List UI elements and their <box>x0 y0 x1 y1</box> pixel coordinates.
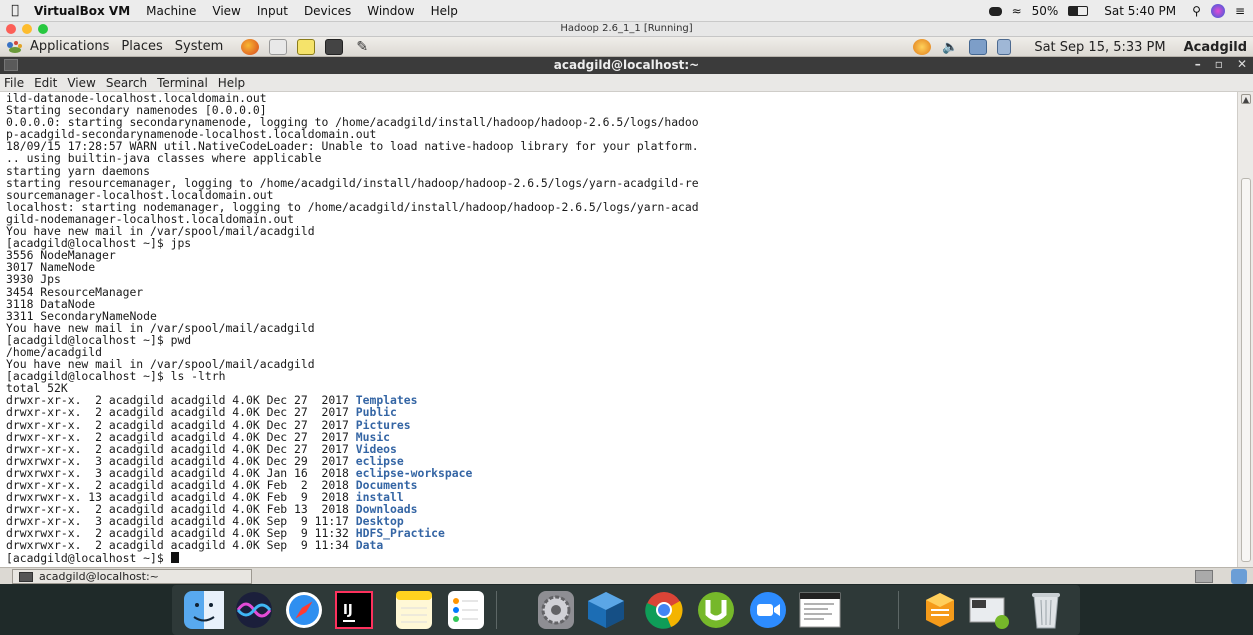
terminal-menu-terminal[interactable]: Terminal <box>152 76 213 90</box>
screen-preview-icon[interactable] <box>968 590 1012 630</box>
menu-help[interactable]: Help <box>423 4 466 18</box>
terminal-line: 3017 NameNode <box>6 260 96 275</box>
virtualbox-icon[interactable] <box>584 590 628 630</box>
gnome-menu-places[interactable]: Places <box>115 39 168 54</box>
vbox-window-title: Hadoop 2.6_1_1 [Running] <box>560 23 693 34</box>
mac-clock[interactable]: Sat 5:40 PM <box>1104 4 1176 18</box>
terminal-line: starting resourcemanager, logging to /ho… <box>6 175 699 190</box>
vbox-window-titlebar: Hadoop 2.6_1_1 [Running] <box>0 22 1253 37</box>
battery-percent[interactable]: 50% <box>1032 4 1059 18</box>
shell-prompt: [acadgild@localhost ~]$ <box>6 550 171 565</box>
mail-launcher-icon[interactable] <box>269 38 288 55</box>
terminal-launcher-icon[interactable] <box>325 38 344 55</box>
battery-applet-icon[interactable] <box>997 39 1012 55</box>
terminal-window-controls: – ▫ ✕ <box>1195 57 1247 71</box>
menu-devices[interactable]: Devices <box>296 4 359 18</box>
scroll-up-arrow-icon[interactable]: ▲ <box>1241 94 1251 104</box>
prompt-line[interactable]: [acadgild@localhost ~]$ <box>6 552 1237 564</box>
gnome-bottom-panel: acadgild@localhost:~ <box>0 567 1253 584</box>
terminal-menu-help[interactable]: Help <box>213 76 250 90</box>
gnome-panel-right: 🔈 Sat Sep 15, 5:33 PM Acadgild <box>908 37 1253 57</box>
terminal-scrollbar[interactable]: ▲ <box>1237 92 1253 567</box>
screenshot-launcher-icon[interactable]: ✎ <box>353 39 371 55</box>
menu-window[interactable]: Window <box>359 4 422 18</box>
terminal-line: [acadgild@localhost ~]$ pwd <box>6 332 192 347</box>
listing-row: drwxrwxr-x. 2 acadgild acadgild 4.0K Sep… <box>6 539 1237 551</box>
notification-center-icon[interactable]: ≡ <box>1235 4 1245 18</box>
terminal-menubar: File Edit View Search Terminal Help <box>0 74 1253 92</box>
zoom-icon[interactable] <box>746 590 790 630</box>
close-icon[interactable]: ✕ <box>1237 57 1247 71</box>
gnome-menu-system[interactable]: System <box>169 39 229 54</box>
terminal-line: [acadgild@localhost ~]$ jps <box>6 236 192 251</box>
gnome-trash-icon[interactable] <box>1231 569 1247 584</box>
terminal-menu-file[interactable]: File <box>0 76 29 90</box>
mac-status-area: ≈ 50% Sat 5:40 PM ⚲ ≡ <box>988 0 1245 22</box>
minimize-icon[interactable]: – <box>1195 57 1201 71</box>
menu-virtualbox-vm[interactable]: VirtualBox VM <box>26 4 138 18</box>
intellij-icon[interactable]: IJ <box>332 590 376 630</box>
screen-sharing-icon[interactable] <box>988 6 1002 16</box>
trash-icon[interactable] <box>1024 590 1068 630</box>
terminal-line: 3556 NodeManager <box>6 248 116 263</box>
menu-input[interactable]: Input <box>249 4 296 18</box>
system-preferences-icon[interactable] <box>534 590 578 630</box>
menu-machine[interactable]: Machine <box>138 4 204 18</box>
gnome-clock[interactable]: Sat Sep 15, 5:33 PM <box>1034 40 1165 55</box>
intellij-icon-label: IJ <box>343 603 353 618</box>
siri-menubar-icon[interactable] <box>1210 4 1225 18</box>
chrome-icon[interactable] <box>642 590 686 630</box>
applications-foot-icon[interactable] <box>6 40 24 54</box>
terminal-preview-icon[interactable] <box>798 590 842 630</box>
terminal-menu-search[interactable]: Search <box>101 76 152 90</box>
terminal-line: .. using builtin-java classes where appl… <box>6 151 322 166</box>
battery-icon[interactable] <box>1068 6 1089 16</box>
terminal-line: 3930 Jps <box>6 272 61 287</box>
terminal-line: 3311 SecondaryNameNode <box>6 308 157 323</box>
gnome-top-panel: Applications Places System ✎ 🔈 Sat Sep 1… <box>0 37 1253 57</box>
terminal-line: 3118 DataNode <box>6 296 96 311</box>
maximize-icon[interactable]: ▫ <box>1215 57 1223 71</box>
text-cursor <box>170 551 179 563</box>
terminal-output[interactable]: ild-datanode-localhost.localdomain.out S… <box>0 92 1237 567</box>
finder-icon[interactable] <box>182 590 226 630</box>
terminal-line: 3454 ResourceManager <box>6 284 144 299</box>
siri-icon[interactable] <box>232 590 276 630</box>
terminal-titlebar: acadgild@localhost:~ – ▫ ✕ <box>0 57 1253 74</box>
dock-separator <box>496 591 497 629</box>
safari-icon[interactable] <box>282 590 326 630</box>
mac-dock: IJ <box>172 585 1080 635</box>
notes-icon[interactable] <box>392 590 436 630</box>
terminal-line: starting yarn daemons <box>6 163 151 178</box>
spotlight-search-icon[interactable]: ⚲ <box>1192 4 1201 18</box>
firefox-launcher-icon[interactable] <box>241 38 260 55</box>
dock-separator <box>898 591 899 629</box>
terminal-line: [acadgild@localhost ~]$ ls -ltrh <box>6 369 226 384</box>
listing-dir-name: Data <box>355 538 384 553</box>
terminal-title: acadgild@localhost:~ <box>553 58 700 72</box>
text-editor-launcher-icon[interactable] <box>297 38 316 55</box>
volume-icon[interactable]: 🔈 <box>942 40 958 55</box>
taskbar-terminal-button[interactable]: acadgild@localhost:~ <box>12 569 252 584</box>
wifi-icon[interactable]: ≈ <box>1012 4 1022 18</box>
terminal-menu-view[interactable]: View <box>62 76 100 90</box>
sublime-icon[interactable] <box>918 590 962 630</box>
terminal-menu-edit[interactable]: Edit <box>29 76 62 90</box>
terminal-task-icon <box>19 572 33 582</box>
network-icon[interactable] <box>969 39 988 55</box>
gnome-user-menu[interactable]: Acadgild <box>1184 40 1247 55</box>
update-notifier-icon[interactable] <box>913 39 932 55</box>
gnome-menu-applications[interactable]: Applications <box>24 39 115 54</box>
utorrent-icon[interactable] <box>694 590 738 630</box>
workspace-switcher-icon[interactable] <box>1195 570 1213 583</box>
menu-view[interactable]: View <box>204 4 248 18</box>
scrollbar-thumb[interactable] <box>1241 178 1251 562</box>
apple-menu-icon[interactable]:  <box>0 3 26 18</box>
mac-menubar:  VirtualBox VM Machine View Input Devic… <box>0 0 1253 22</box>
reminders-icon[interactable] <box>444 590 488 630</box>
taskbar-terminal-label: acadgild@localhost:~ <box>39 570 159 583</box>
